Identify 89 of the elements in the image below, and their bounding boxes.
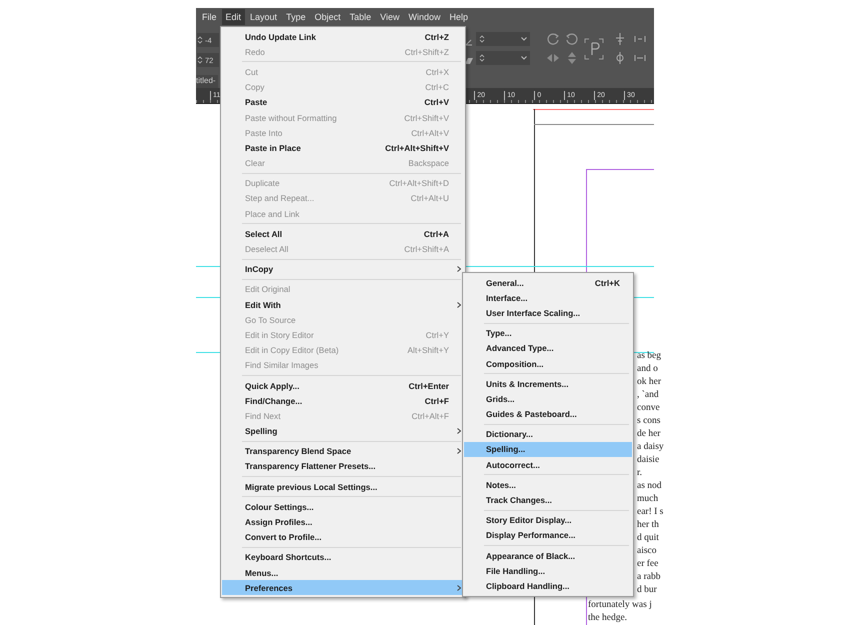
menu-item[interactable]: Convert to Profile... bbox=[222, 530, 464, 545]
menu-item[interactable]: Transparency Flattener Presets... bbox=[222, 458, 464, 474]
body-text-fragment: and o bbox=[637, 363, 659, 376]
body-text-fragment: her th bbox=[637, 519, 660, 532]
menu-item[interactable]: Quick Apply... Ctrl+Enter bbox=[222, 378, 464, 394]
dropdown-field[interactable] bbox=[476, 51, 530, 65]
menu-item[interactable]: Units & Increments... bbox=[464, 376, 632, 392]
dropdown-field[interactable] bbox=[476, 32, 530, 46]
shear-icon[interactable] bbox=[465, 57, 473, 65]
menu-item[interactable]: Clipboard Handling... bbox=[464, 578, 632, 594]
rotate-counterclockwise-icon[interactable] bbox=[565, 32, 579, 46]
menu-item[interactable]: Advanced Type... bbox=[464, 340, 632, 356]
menu-item[interactable]: Preferences bbox=[222, 580, 464, 596]
menu-item[interactable]: Guides & Pasteboard... bbox=[464, 406, 632, 422]
spinner-arrows-icon bbox=[197, 55, 203, 65]
body-text-fragment: daisie bbox=[637, 454, 660, 467]
menu-item[interactable]: Interface... bbox=[464, 290, 632, 306]
menu-bar-item[interactable]: Window bbox=[404, 9, 444, 25]
menu-item[interactable]: Undo Update Link Ctrl+Z bbox=[222, 29, 464, 44]
body-text-fragment: ear! I s bbox=[637, 506, 664, 519]
document-tab[interactable]: titled- bbox=[196, 75, 218, 88]
menu-bar-item[interactable]: Layout bbox=[246, 9, 282, 25]
menu-item[interactable]: Paste in Place Ctrl+Alt+Shift+V bbox=[222, 140, 464, 156]
flip-horizontal-icon[interactable] bbox=[546, 51, 560, 65]
body-text-fragment: a rabb bbox=[637, 571, 662, 584]
menu-item[interactable]: File Handling... bbox=[464, 563, 632, 578]
bracket-frame-icon[interactable] bbox=[584, 38, 604, 60]
menu-bar-item[interactable]: Object bbox=[310, 9, 345, 25]
body-text-line: fortunately was j bbox=[588, 599, 652, 612]
menu-item[interactable]: Display Performance... bbox=[464, 528, 632, 543]
menu-item[interactable]: Find/Change... Ctrl+F bbox=[222, 393, 464, 408]
menu-bar-item[interactable]: View bbox=[376, 9, 404, 25]
body-text-fragment: a daisy bbox=[637, 441, 664, 454]
menu-item[interactable]: Story Editor Display... bbox=[464, 512, 632, 528]
chevron-right-icon bbox=[457, 584, 461, 591]
menu-item[interactable]: Dictionary... bbox=[464, 426, 632, 442]
menu-bar-item[interactable]: File bbox=[198, 9, 221, 25]
body-text-fragment: ok her bbox=[637, 376, 662, 389]
menu-item[interactable]: Track Changes... bbox=[464, 492, 632, 508]
body-text-fragment: de her bbox=[637, 428, 662, 441]
menu-item[interactable]: General... Ctrl+K bbox=[464, 275, 632, 290]
menu-item[interactable]: Autocorrect... bbox=[464, 457, 632, 472]
chevron-right-icon bbox=[457, 266, 461, 272]
body-text-fragment: er fee bbox=[637, 558, 660, 571]
menu-item[interactable]: User Interface Scaling... bbox=[464, 305, 632, 321]
spinner-arrows-icon bbox=[197, 35, 203, 45]
body-text-line: the hedge. bbox=[588, 612, 628, 625]
chevron-right-icon bbox=[457, 302, 461, 308]
menu-item[interactable]: Menus... bbox=[222, 565, 464, 580]
menu-bar-item[interactable]: Type bbox=[282, 9, 310, 25]
menu-item[interactable]: Transparency Blend Space bbox=[222, 444, 464, 459]
spinner-arrows-icon bbox=[479, 34, 485, 44]
menu-item[interactable]: Spelling... bbox=[464, 442, 632, 458]
angle-icon[interactable] bbox=[465, 38, 473, 46]
menu-bar-item[interactable]: Help bbox=[445, 9, 472, 25]
body-text-fragment: d bur bbox=[637, 584, 658, 597]
menu-item[interactable]: Notes... bbox=[464, 477, 632, 492]
body-text-fragment: as nod bbox=[637, 480, 663, 493]
body-text-fragment: s cons bbox=[637, 415, 662, 428]
spinner-arrows-icon bbox=[479, 53, 485, 63]
menu-item[interactable]: Paste Ctrl+V bbox=[222, 94, 464, 110]
menu-item[interactable]: Migrate previous Local Settings... bbox=[222, 479, 464, 494]
body-text-fragment: d quit bbox=[637, 532, 660, 545]
body-text-fragment: as beg bbox=[637, 350, 662, 363]
menu-item[interactable]: Appearance of Black... bbox=[464, 548, 632, 564]
body-text-fragment: , `and bbox=[637, 389, 660, 402]
menu-item[interactable]: Assign Profiles... bbox=[222, 514, 464, 530]
rotate-clockwise-icon[interactable] bbox=[546, 32, 560, 46]
menu-item[interactable]: InCopy bbox=[222, 262, 464, 277]
menu-item[interactable]: Spelling bbox=[222, 424, 464, 439]
menu-item[interactable]: Composition... bbox=[464, 356, 632, 372]
body-text-fragment: aisco bbox=[637, 545, 658, 558]
menu-bar-item[interactable]: Edit bbox=[222, 9, 246, 25]
menu-item[interactable]: Colour Settings... bbox=[222, 499, 464, 514]
body-text-fragment: conve bbox=[637, 402, 661, 415]
body-text-fragment: much bbox=[637, 493, 660, 506]
align-center-icon[interactable] bbox=[613, 32, 627, 46]
menu-item[interactable]: Edit With bbox=[222, 297, 464, 312]
menu-item[interactable]: Grids... bbox=[464, 391, 632, 406]
caret-icon bbox=[521, 56, 527, 60]
caret-icon bbox=[521, 37, 527, 41]
menu-item[interactable]: Type... bbox=[464, 326, 632, 341]
flip-vertical-icon[interactable] bbox=[565, 51, 579, 65]
chevron-right-icon bbox=[457, 428, 461, 434]
menu-item[interactable]: Select All Ctrl+A bbox=[222, 226, 464, 242]
chevron-right-icon bbox=[457, 448, 461, 454]
body-text-fragment: r. bbox=[637, 467, 644, 480]
menu-item[interactable]: Keyboard Shortcuts... bbox=[222, 550, 464, 565]
menu-bar-item[interactable]: Table bbox=[346, 9, 376, 25]
